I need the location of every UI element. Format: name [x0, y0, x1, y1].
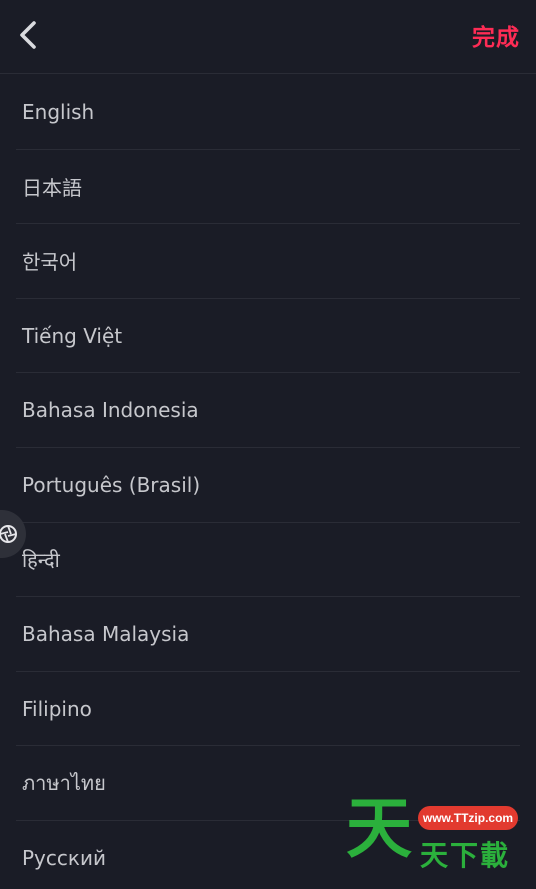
language-item-vietnamese[interactable]: Tiếng Việt	[16, 299, 520, 374]
language-item-korean[interactable]: 한국어	[16, 224, 520, 299]
aperture-icon	[0, 525, 17, 543]
language-list: English 日本語 한국어 Tiếng Việt Bahasa Indone…	[0, 75, 536, 889]
language-item-hindi[interactable]: हिन्दी	[16, 523, 520, 598]
watermark-big-char: 天	[346, 790, 412, 867]
watermark: 天 www.TTzip.com 天下載	[346, 796, 526, 872]
language-item-english[interactable]: English	[16, 75, 520, 150]
language-item-indonesian[interactable]: Bahasa Indonesia	[16, 373, 520, 448]
watermark-url: www.TTzip.com	[418, 806, 518, 830]
back-button[interactable]	[10, 14, 46, 56]
language-item-filipino[interactable]: Filipino	[16, 672, 520, 747]
top-bar: 完成	[0, 0, 536, 74]
watermark-text: 天下載	[420, 839, 511, 872]
done-button[interactable]: 完成	[472, 18, 520, 52]
chevron-left-icon	[20, 21, 36, 49]
language-item-japanese[interactable]: 日本語	[16, 150, 520, 225]
language-item-portuguese-brazil[interactable]: Português (Brasil)	[16, 448, 520, 523]
language-item-malay[interactable]: Bahasa Malaysia	[16, 597, 520, 672]
